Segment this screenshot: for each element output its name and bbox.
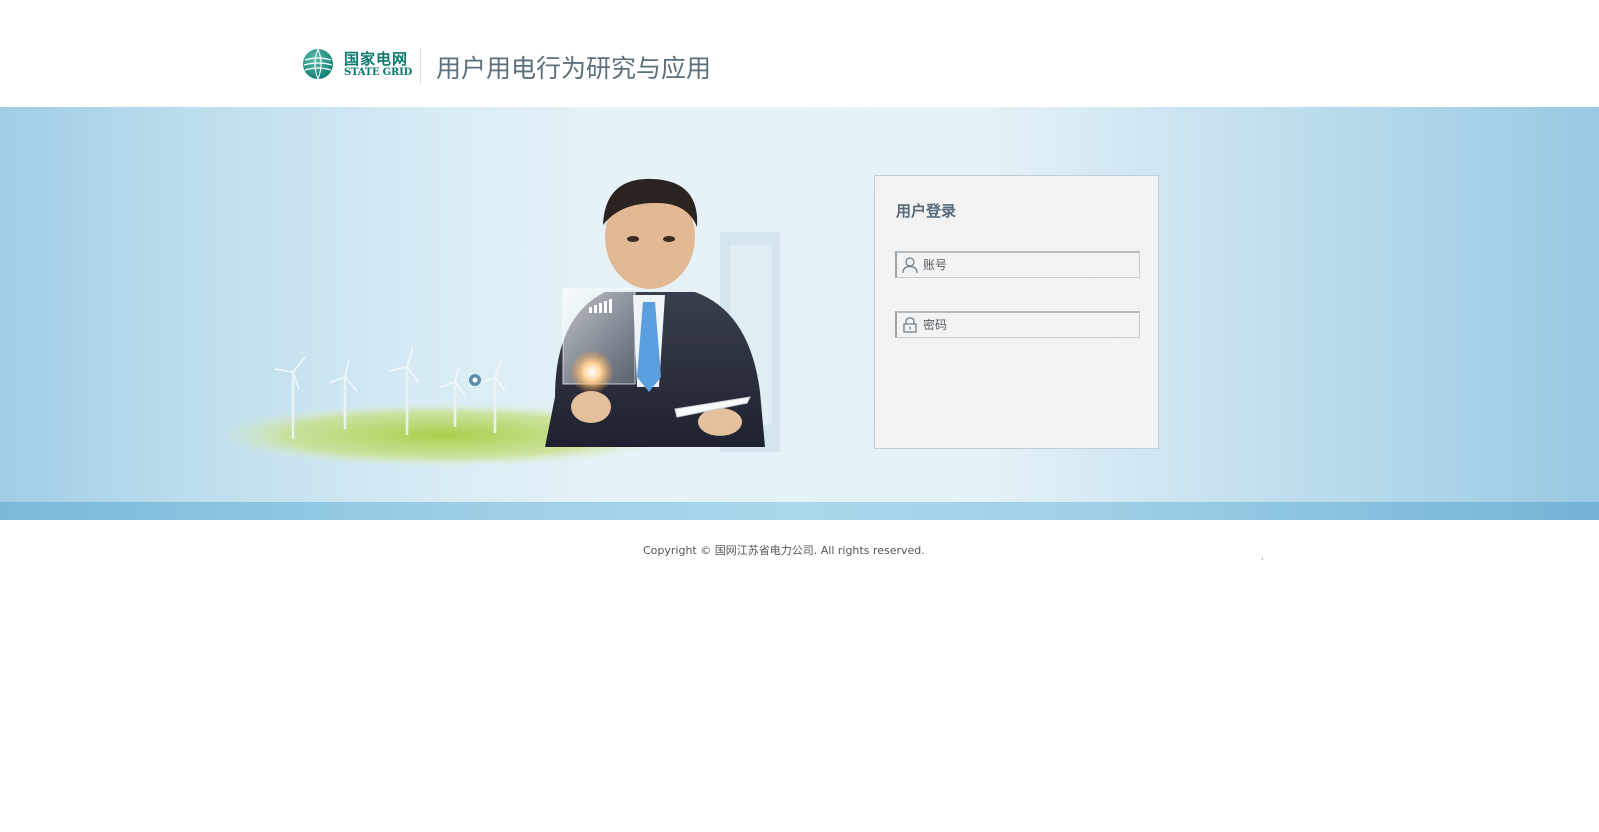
system-title: 用户用电行为研究与应用 <box>436 54 712 83</box>
state-grid-logo: 国家电网 STATE GRID <box>302 47 413 83</box>
login-title: 用户登录 <box>896 202 957 220</box>
lock-icon <box>903 317 917 333</box>
hero-banner <box>0 107 1599 502</box>
copyright-text: Copyright © 国网江苏省电力公司. All rights reserv… <box>643 544 925 557</box>
globe-logo-icon <box>303 48 333 80</box>
user-icon <box>902 257 918 274</box>
footer-mark: , <box>1261 552 1264 561</box>
banner-bottom-stripe <box>0 502 1599 520</box>
logo-chinese-text: 国家电网 <box>344 50 409 68</box>
login-panel: 用户登录 <box>874 175 1159 449</box>
page-header: 国家电网 STATE GRID 用户用电行为研究与应用 <box>0 0 1599 107</box>
page-footer: Copyright © 国网江苏省电力公司. All rights reserv… <box>0 520 1599 832</box>
header-divider <box>420 48 421 84</box>
username-input[interactable] <box>923 255 1133 275</box>
logo-english-text: STATE GRID <box>344 67 413 78</box>
username-field[interactable] <box>895 251 1140 278</box>
password-field[interactable] <box>895 311 1140 338</box>
password-input[interactable] <box>923 315 1133 335</box>
banner-illustration <box>225 178 780 467</box>
